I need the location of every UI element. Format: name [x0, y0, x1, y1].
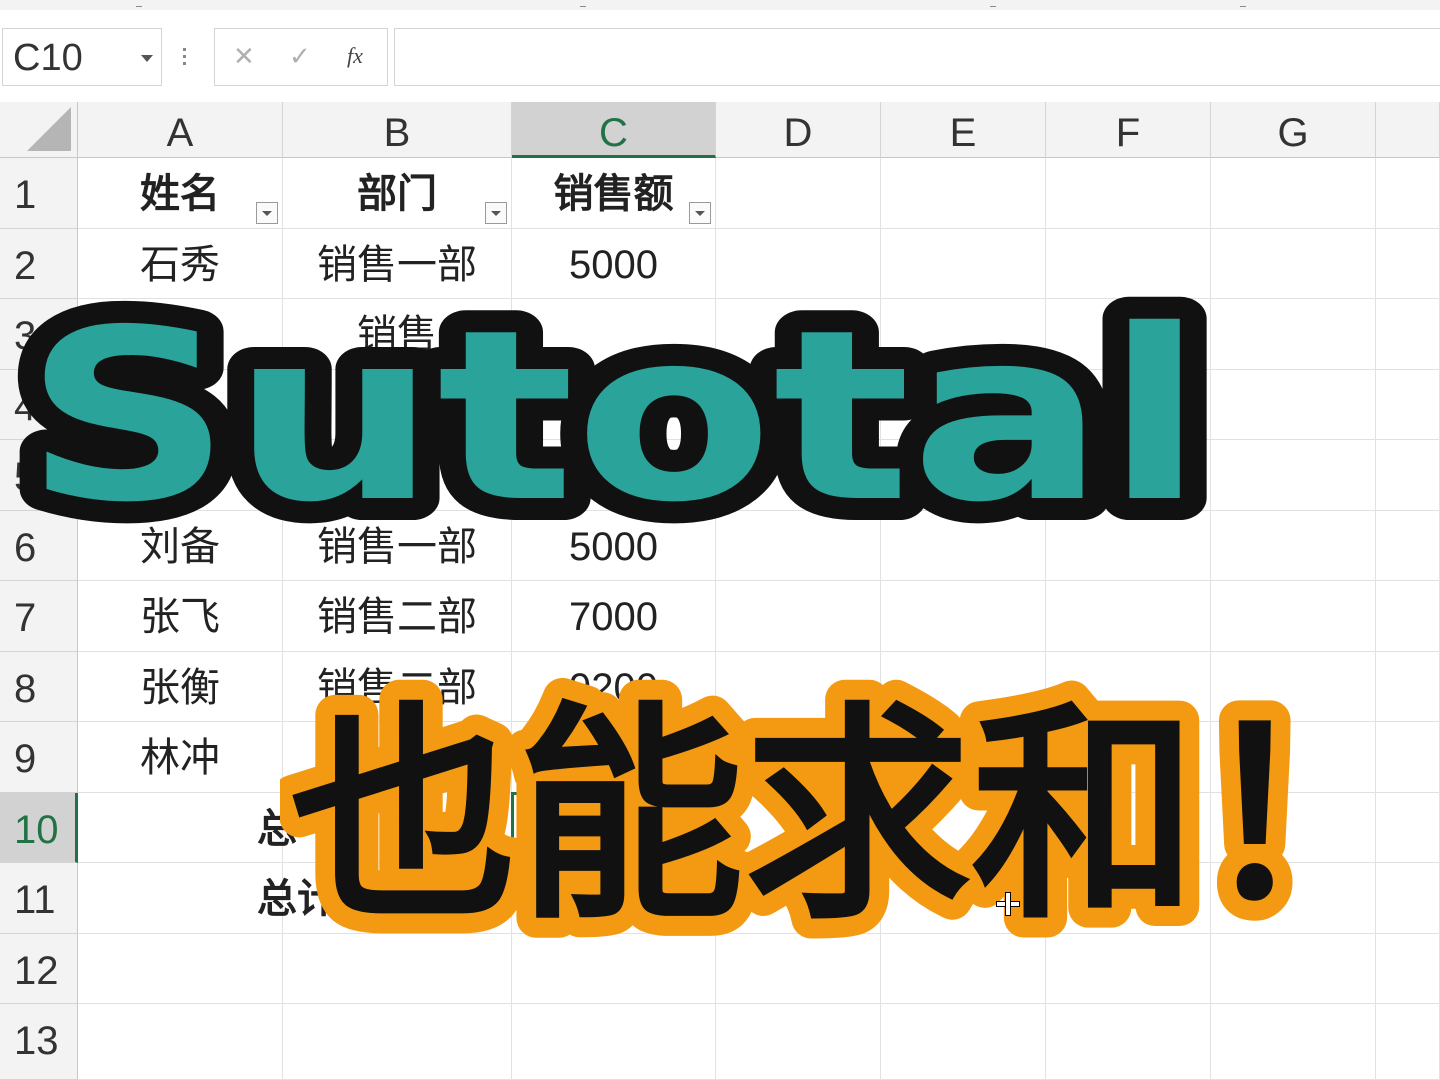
column-header-c[interactable]: C — [512, 102, 716, 158]
filter-dropdown-icon[interactable] — [689, 202, 711, 224]
cell-h1[interactable] — [1376, 158, 1440, 229]
overlay-title-text: Sutotal — [24, 279, 1204, 540]
cell-g4[interactable] — [1211, 370, 1376, 440]
cell-d1[interactable] — [716, 158, 881, 229]
cell-a9[interactable]: 林冲 — [78, 722, 283, 793]
formula-bar: C10 ✕ ✓ fx — [0, 10, 1440, 102]
column-header-d[interactable]: D — [716, 102, 881, 158]
cell-g13[interactable] — [1211, 1004, 1376, 1080]
cell-h13[interactable] — [1376, 1004, 1440, 1080]
header-label: 销售额 — [553, 172, 674, 216]
formula-input[interactable] — [394, 28, 1440, 86]
overlay-title: Sutotal — [2, 257, 1226, 576]
row-header-8[interactable]: 8 — [0, 652, 78, 722]
row-header-1[interactable]: 1 — [0, 158, 78, 229]
cell-g2[interactable] — [1211, 229, 1376, 299]
cell-f1[interactable] — [1046, 158, 1211, 229]
filter-dropdown-icon[interactable] — [256, 202, 278, 224]
row-header-9[interactable]: 9 — [0, 722, 78, 793]
row-header-7[interactable]: 7 — [0, 581, 78, 652]
cell-h7[interactable] — [1376, 581, 1440, 652]
cell-a8[interactable]: 张衡 — [78, 652, 283, 722]
cell-e13[interactable] — [881, 1004, 1046, 1080]
row-header-13[interactable]: 13 — [0, 1004, 78, 1080]
column-header-a[interactable]: A — [78, 102, 283, 158]
header-label: 姓名 — [140, 172, 220, 216]
resize-grip-icon[interactable] — [183, 48, 187, 66]
cell-f7[interactable] — [1046, 581, 1211, 652]
cell-a12[interactable] — [78, 934, 283, 1004]
cell-h5[interactable] — [1376, 440, 1440, 511]
row-header-12[interactable]: 12 — [0, 934, 78, 1004]
cell-c13[interactable] — [512, 1004, 716, 1080]
cell-d13[interactable] — [716, 1004, 881, 1080]
cell-b13[interactable] — [283, 1004, 512, 1080]
column-header-g[interactable]: G — [1211, 102, 1376, 158]
enter-icon[interactable]: ✓ — [289, 41, 311, 72]
overlay-subtitle-art: 也能求和！ — [270, 664, 1440, 971]
cell-h4[interactable] — [1376, 370, 1440, 440]
overlay-subtitle: 也能求和！ — [270, 660, 1440, 971]
select-all-button[interactable] — [0, 102, 78, 158]
name-box-value: C10 — [13, 37, 83, 79]
ribbon-group-separator — [580, 0, 586, 7]
column-header-h[interactable] — [1376, 102, 1440, 158]
column-header-f[interactable]: F — [1046, 102, 1211, 158]
cell-g7[interactable] — [1211, 581, 1376, 652]
cell-e1[interactable] — [881, 158, 1046, 229]
overlay-subtitle-text: 也能求和！ — [290, 684, 1425, 950]
cell-g1[interactable] — [1211, 158, 1376, 229]
row-header-11[interactable]: 11 — [0, 863, 78, 934]
insert-function-icon[interactable]: fx — [347, 43, 363, 69]
column-header-e[interactable]: E — [881, 102, 1046, 158]
cell-c1[interactable]: 销售额 — [512, 158, 716, 229]
cell-a1[interactable]: 姓名 — [78, 158, 283, 229]
row-header-10[interactable]: 10 — [0, 793, 78, 863]
column-header-b[interactable]: B — [283, 102, 512, 158]
cell-d7[interactable] — [716, 581, 881, 652]
ribbon-group-separator — [136, 0, 142, 7]
name-box-dropdown-icon[interactable] — [141, 55, 153, 62]
cell-h6[interactable] — [1376, 511, 1440, 581]
select-all-icon — [27, 107, 71, 151]
ribbon-group-separator — [990, 0, 996, 7]
overlay-title-art: Sutotal — [2, 257, 1226, 576]
cell-b7[interactable]: 销售二部 — [283, 581, 512, 652]
cell-a7[interactable]: 张飞 — [78, 581, 283, 652]
cell-g5[interactable] — [1211, 440, 1376, 511]
cancel-icon[interactable]: ✕ — [233, 41, 255, 72]
cell-b1[interactable]: 部门 — [283, 158, 512, 229]
cell-c7[interactable]: 7000 — [512, 581, 716, 652]
name-box[interactable]: C10 — [2, 28, 162, 86]
cell-a11[interactable] — [78, 863, 283, 934]
cell-h2[interactable] — [1376, 229, 1440, 299]
header-label: 部门 — [357, 172, 437, 216]
cell-a13[interactable] — [78, 1004, 283, 1080]
cell-e7[interactable] — [881, 581, 1046, 652]
formula-buttons: ✕ ✓ fx — [214, 28, 388, 86]
cell-h3[interactable] — [1376, 299, 1440, 370]
filter-dropdown-icon[interactable] — [485, 202, 507, 224]
ribbon-group-separator — [1240, 0, 1246, 7]
cell-g6[interactable] — [1211, 511, 1376, 581]
cell-f13[interactable] — [1046, 1004, 1211, 1080]
cell-a10[interactable] — [78, 793, 283, 863]
cell-g3[interactable] — [1211, 299, 1376, 370]
move-cursor-icon — [996, 892, 1020, 916]
